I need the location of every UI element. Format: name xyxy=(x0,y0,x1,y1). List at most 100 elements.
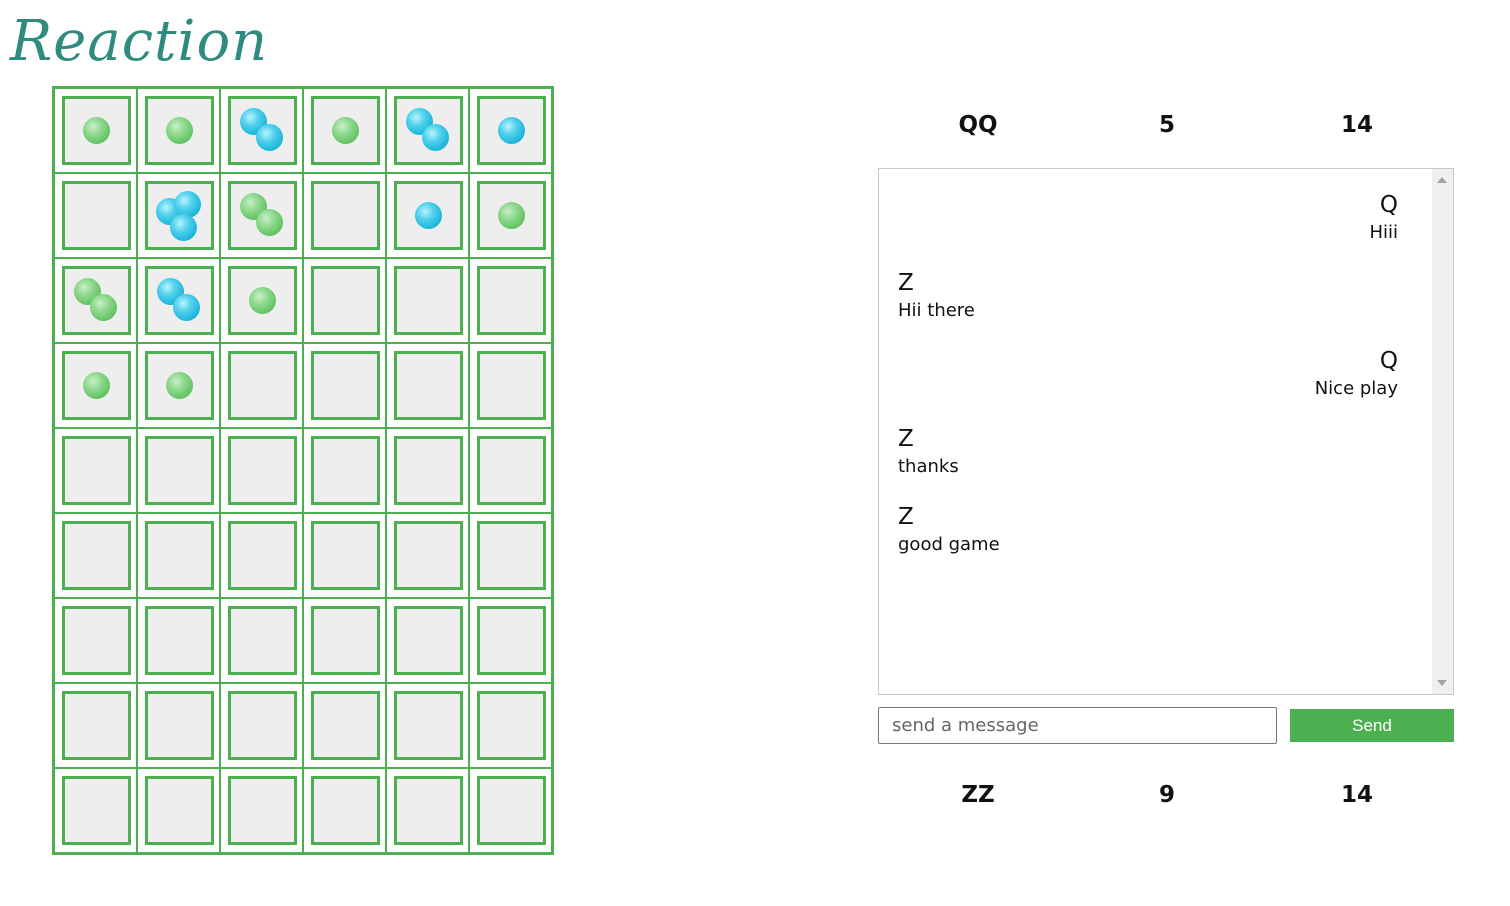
board-cell[interactable] xyxy=(303,768,386,853)
scroll-up-icon[interactable] xyxy=(1437,177,1447,183)
board-cell[interactable] xyxy=(469,513,552,598)
board-cell[interactable] xyxy=(469,768,552,853)
board-cell[interactable] xyxy=(137,173,220,258)
chat-message-sender: Z xyxy=(898,270,914,296)
board-cell-square xyxy=(62,181,131,250)
scroll-down-icon[interactable] xyxy=(1437,680,1447,686)
board-cell[interactable] xyxy=(386,428,469,513)
send-button[interactable]: Send xyxy=(1290,709,1454,742)
board-cell-square xyxy=(62,96,131,165)
board-cell[interactable] xyxy=(386,598,469,683)
board-cell[interactable] xyxy=(303,683,386,768)
chat-message-sender: Z xyxy=(898,504,914,530)
board-cell[interactable] xyxy=(469,683,552,768)
board-cell-square xyxy=(477,606,546,675)
board-cell-square xyxy=(62,521,131,590)
board-cell[interactable] xyxy=(220,513,303,598)
board-cell[interactable] xyxy=(54,683,137,768)
board-cell[interactable] xyxy=(220,683,303,768)
board-cell[interactable] xyxy=(220,258,303,343)
board-cell[interactable] xyxy=(220,88,303,173)
game-page: Reaction QQ 5 14 Q Hiii Z Hii there Q Nice pl… xyxy=(0,0,1510,906)
green-orb-icon xyxy=(83,117,110,144)
chat-log[interactable]: Q Hiii Z Hii there Q Nice play Zthanks Zgood ga… xyxy=(878,168,1454,695)
board-cell[interactable] xyxy=(137,513,220,598)
board-cell[interactable] xyxy=(386,173,469,258)
chat-message-text: Hii there xyxy=(898,300,975,321)
chat-message-sender: Q xyxy=(1379,348,1398,374)
board-cell[interactable] xyxy=(386,88,469,173)
board-cell[interactable] xyxy=(54,428,137,513)
board-cell[interactable] xyxy=(54,513,137,598)
green-orb-icon xyxy=(166,117,193,144)
board-cell[interactable] xyxy=(386,258,469,343)
board-cell[interactable] xyxy=(137,428,220,513)
chat-message-input[interactable] xyxy=(878,707,1277,744)
player-score-primary: 5 xyxy=(1158,112,1175,138)
board-cell[interactable] xyxy=(469,258,552,343)
board-cell[interactable] xyxy=(220,768,303,853)
board-cell[interactable] xyxy=(54,598,137,683)
chat-scrollbar[interactable] xyxy=(1432,169,1453,694)
board-cell[interactable] xyxy=(54,88,137,173)
board-cell[interactable] xyxy=(386,343,469,428)
board-cell[interactable] xyxy=(303,88,386,173)
board-cell-square xyxy=(311,776,380,845)
board-cell[interactable] xyxy=(303,173,386,258)
board-cell[interactable] xyxy=(386,768,469,853)
board-cell[interactable] xyxy=(303,343,386,428)
board-cell[interactable] xyxy=(386,683,469,768)
board-cell[interactable] xyxy=(220,343,303,428)
player-score-primary: 9 xyxy=(1158,782,1175,808)
board-cell-square xyxy=(228,436,297,505)
board-cell[interactable] xyxy=(137,683,220,768)
board-cell[interactable] xyxy=(303,258,386,343)
board-cell[interactable] xyxy=(303,428,386,513)
board-cell-square xyxy=(477,436,546,505)
board-cell-square xyxy=(477,351,546,420)
green-orb-icon xyxy=(166,372,193,399)
board-cell[interactable] xyxy=(469,343,552,428)
board-cell-square xyxy=(394,96,463,165)
board-cell-square xyxy=(228,181,297,250)
board-cell[interactable] xyxy=(137,258,220,343)
board-cell[interactable] xyxy=(469,88,552,173)
player-score-row-top: QQ 5 14 xyxy=(878,112,1454,152)
board-cell-square xyxy=(477,266,546,335)
board-cell-square xyxy=(62,691,131,760)
chat-message: Q Nice play xyxy=(898,347,1398,401)
player-name: ZZ xyxy=(961,782,995,808)
board-cell[interactable] xyxy=(469,428,552,513)
board-cell[interactable] xyxy=(54,258,137,343)
board-cell[interactable] xyxy=(220,428,303,513)
board-cell-square xyxy=(228,776,297,845)
chat-message-text: Hiii xyxy=(1369,222,1398,243)
board-cell-square xyxy=(394,776,463,845)
board-cell-square xyxy=(477,181,546,250)
board-cell[interactable] xyxy=(469,598,552,683)
green-orb-icon xyxy=(83,372,110,399)
board-cell-square xyxy=(394,691,463,760)
player-score-secondary: 14 xyxy=(1340,782,1373,808)
board-cell[interactable] xyxy=(137,598,220,683)
chat-message: Zgood game xyxy=(898,503,1398,557)
blue-orb-icon xyxy=(415,202,442,229)
board-cell[interactable] xyxy=(220,598,303,683)
board-cell[interactable] xyxy=(303,598,386,683)
player-score-row-bottom: ZZ 9 14 xyxy=(878,782,1454,822)
board-cell-square xyxy=(477,691,546,760)
chat-message-sender: Q xyxy=(1379,192,1398,218)
board-cell[interactable] xyxy=(386,513,469,598)
board-cell[interactable] xyxy=(54,173,137,258)
player-score-secondary: 14 xyxy=(1340,112,1373,138)
blue-orb-icon xyxy=(170,214,197,241)
board-cell[interactable] xyxy=(303,513,386,598)
board-cell-square xyxy=(145,351,214,420)
board-cell[interactable] xyxy=(54,768,137,853)
board-cell[interactable] xyxy=(137,343,220,428)
board-cell[interactable] xyxy=(137,768,220,853)
board-cell[interactable] xyxy=(54,343,137,428)
board-cell[interactable] xyxy=(469,173,552,258)
board-cell[interactable] xyxy=(137,88,220,173)
board-cell[interactable] xyxy=(220,173,303,258)
